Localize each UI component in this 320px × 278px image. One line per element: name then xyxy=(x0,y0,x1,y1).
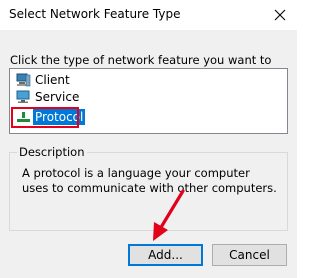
add-button[interactable]: Add... xyxy=(128,244,203,266)
pointer-arrow-annotation xyxy=(153,189,185,241)
list-item-label: Service xyxy=(35,90,80,104)
description-heading: Description xyxy=(17,145,87,159)
service-icon xyxy=(16,90,31,104)
window-title: Select Network Feature Type xyxy=(9,7,181,21)
close-button[interactable] xyxy=(269,4,291,26)
list-item-service[interactable]: Service xyxy=(16,89,81,105)
client-icon xyxy=(16,73,31,87)
list-item-client[interactable]: Client xyxy=(16,72,72,88)
title-bar: Select Network Feature Type xyxy=(0,0,297,30)
close-icon xyxy=(274,9,286,21)
select-network-feature-dialog: Select Network Feature Type Click the ty… xyxy=(0,0,297,278)
protocol-highlight-annotation xyxy=(11,107,79,128)
list-item-label: Client xyxy=(35,73,70,87)
cancel-button[interactable]: Cancel xyxy=(212,244,287,266)
